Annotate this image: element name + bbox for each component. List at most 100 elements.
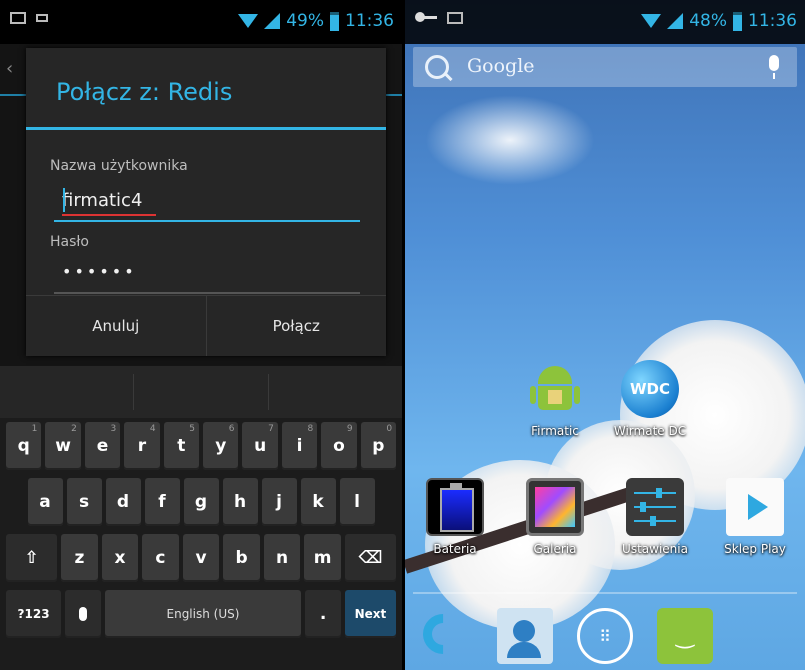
key-q[interactable]: 1q <box>6 422 42 470</box>
key-y[interactable]: 6y <box>203 422 239 470</box>
suggestion-strip <box>0 366 402 418</box>
dialog-buttons: Anuluj Połącz <box>26 295 386 356</box>
password-field-underline <box>54 292 360 294</box>
key-u[interactable]: 7u <box>242 422 278 470</box>
shift-key[interactable]: ⇧ <box>6 534 58 582</box>
contacts-icon[interactable] <box>497 608 553 664</box>
key-f[interactable]: f <box>144 478 180 526</box>
dock-divider <box>413 592 797 594</box>
key-b[interactable]: b <box>223 534 260 582</box>
app-play-store[interactable]: Sklep Play <box>710 478 800 556</box>
cancel-button[interactable]: Anuluj <box>26 296 206 356</box>
wallpaper-cloud <box>425 95 595 185</box>
wifi-icon <box>238 14 259 28</box>
key-label: u <box>254 436 267 456</box>
home-screen: 48% 11:36 Google Firmatic WDC Wirmate DC <box>405 0 805 670</box>
key-p[interactable]: 0p <box>360 422 397 470</box>
username-field[interactable]: firmatic4 <box>62 190 142 211</box>
key-o[interactable]: 9o <box>321 422 357 470</box>
search-placeholder: Google <box>467 55 535 77</box>
battery-percent: 49% <box>286 11 324 31</box>
key-h[interactable]: h <box>222 478 258 526</box>
key-t[interactable]: 5t <box>163 422 200 470</box>
google-search-bar[interactable]: Google <box>413 47 797 87</box>
key-hint: 1 <box>31 424 38 434</box>
key-label: e <box>96 436 109 456</box>
key-c[interactable]: c <box>142 534 179 582</box>
key-r[interactable]: 4r <box>124 422 160 470</box>
wdc-globe-icon: WDC <box>621 360 679 418</box>
key-e[interactable]: 3e <box>84 422 121 470</box>
key-label: w <box>55 436 71 456</box>
back-chevron-icon: ‹ <box>6 58 14 79</box>
dialog-title-divider <box>26 127 386 130</box>
app-label: Firmatic <box>531 424 579 438</box>
username-label: Nazwa użytkownika <box>50 158 188 174</box>
key-hint: 8 <box>307 424 314 434</box>
symbols-key[interactable]: ?123 <box>6 590 62 638</box>
suggestion-divider <box>268 374 269 410</box>
key-a[interactable]: a <box>27 478 63 526</box>
dock: ⠿ ‿ <box>405 600 805 670</box>
connect-button[interactable]: Połącz <box>205 296 387 356</box>
text-cursor <box>63 188 65 212</box>
microphone-icon <box>78 607 87 621</box>
key-w[interactable]: 2w <box>45 422 81 470</box>
key-label: t <box>177 436 186 456</box>
app-battery[interactable]: Bateria <box>410 478 500 556</box>
key-hint: 0 <box>386 424 393 434</box>
key-hint: 6 <box>228 424 235 434</box>
key-v[interactable]: v <box>182 534 220 582</box>
key-label: y <box>215 436 227 456</box>
app-label: Sklep Play <box>724 542 786 556</box>
key-x[interactable]: x <box>101 534 139 582</box>
next-key[interactable]: Next <box>344 590 396 638</box>
battery-icon <box>733 11 742 31</box>
key-label: o <box>333 436 345 456</box>
key-icon <box>415 12 437 22</box>
key-label: q <box>17 436 30 456</box>
image-notification-icon <box>10 12 26 24</box>
app-firmatic[interactable]: Firmatic <box>510 360 600 438</box>
app-settings[interactable]: Ustawienia <box>610 478 700 556</box>
clock: 11:36 <box>748 11 797 31</box>
key-z[interactable]: z <box>61 534 98 582</box>
key-hint: 2 <box>71 424 77 434</box>
period-key[interactable]: . <box>305 590 341 638</box>
key-g[interactable]: g <box>183 478 219 526</box>
messaging-icon[interactable]: ‿ <box>657 608 713 664</box>
key-label: p <box>372 436 385 456</box>
key-l[interactable]: l <box>339 478 375 526</box>
app-label: Bateria <box>433 542 477 556</box>
soft-keyboard: 1q2w3e4r5t6y7u8i9o0p asdfghjkl ⇧ z x c v b n m ⌫… <box>0 366 402 670</box>
app-drawer-icon[interactable]: ⠿ <box>577 608 633 664</box>
key-k[interactable]: k <box>300 478 336 526</box>
app-wdc[interactable]: WDC Wirmate DC <box>605 360 695 438</box>
microphone-icon[interactable] <box>769 55 779 79</box>
space-key[interactable]: English (US) <box>104 590 302 638</box>
key-label: i <box>296 436 303 456</box>
key-n[interactable]: n <box>263 534 301 582</box>
backspace-key[interactable]: ⌫ <box>344 534 396 582</box>
key-j[interactable]: j <box>261 478 297 526</box>
app-gallery[interactable]: Galeria <box>510 478 600 556</box>
battery-icon <box>330 11 339 31</box>
key-m[interactable]: m <box>304 534 341 582</box>
key-s[interactable]: s <box>66 478 102 526</box>
password-field[interactable]: •••••• <box>62 262 137 281</box>
signal-icon <box>667 13 684 29</box>
key-i[interactable]: 8i <box>281 422 318 470</box>
keyboard-row-4: ?123 English (US) . Next <box>6 590 396 638</box>
phone-icon[interactable] <box>414 605 473 664</box>
key-hint: 7 <box>268 424 274 434</box>
key-d[interactable]: d <box>105 478 141 526</box>
login-screen: 49% 11:36 ‹ Połącz z: Redis Nazwa użytko… <box>0 0 402 670</box>
keyboard-row-3: ⇧ z x c v b n m ⌫ <box>6 534 396 582</box>
key-hint: 5 <box>189 424 196 434</box>
key-label: r <box>137 436 147 456</box>
settings-sliders-icon <box>626 478 684 536</box>
microphone-key[interactable] <box>65 590 101 638</box>
key-hint: 9 <box>346 424 353 434</box>
spellcheck-underline <box>62 214 156 216</box>
app-label: Ustawienia <box>622 542 688 556</box>
